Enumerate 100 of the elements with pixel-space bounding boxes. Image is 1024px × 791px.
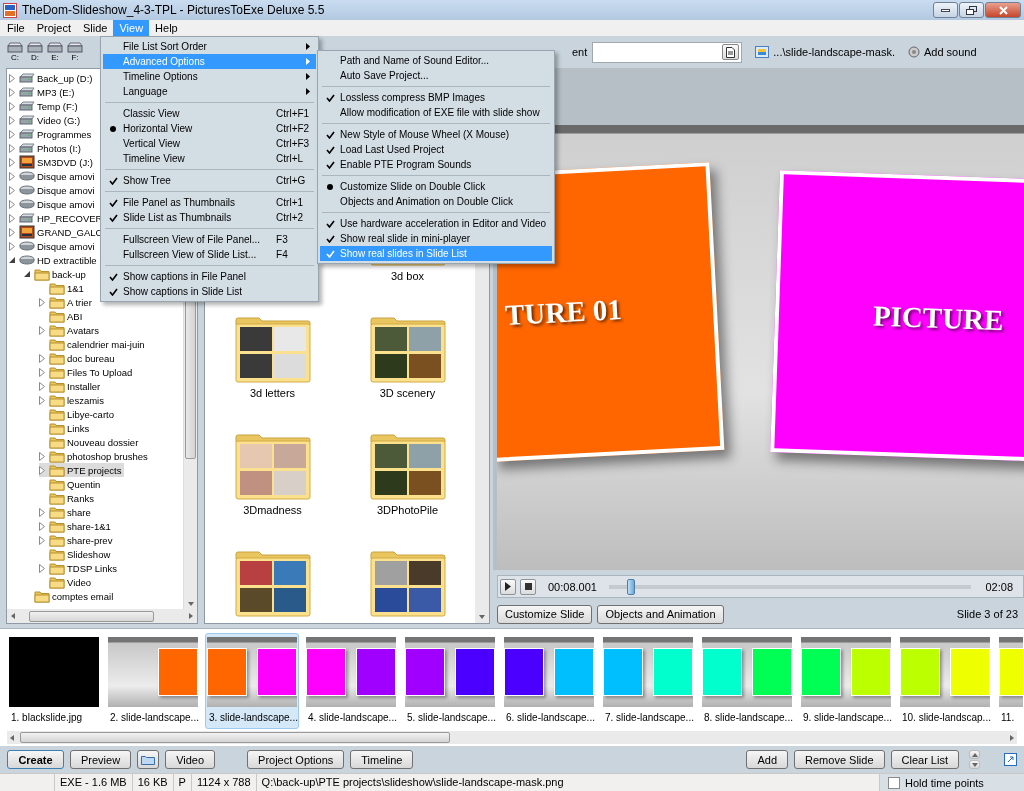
window-icon[interactable] xyxy=(1004,753,1017,766)
tree-item[interactable]: HD extractible xyxy=(9,253,100,267)
slide-button[interactable]: Customize Slide xyxy=(497,604,593,624)
comment-field[interactable] xyxy=(592,41,743,63)
move-down-button[interactable] xyxy=(969,760,980,769)
slider-thumb[interactable] xyxy=(626,578,635,595)
menu-item[interactable]: Fullscreen View of Slide List... F4 xyxy=(103,247,317,262)
menu-item[interactable]: Lossless compress BMP Images xyxy=(320,90,553,105)
tree-item[interactable]: ABI xyxy=(39,309,86,323)
slide-thumbnail[interactable]: 1. blackslide.jpg xyxy=(7,633,101,729)
menu-item[interactable]: Enable PTE Program Sounds xyxy=(320,157,553,172)
checkbox[interactable] xyxy=(888,776,900,789)
menu-item[interactable]: Project xyxy=(30,20,77,36)
folder-thumbnail[interactable] xyxy=(369,551,446,617)
menu-item[interactable]: Fullscreen View of File Panel... F3 xyxy=(103,232,317,247)
menu-item[interactable]: File List Sort Order xyxy=(103,39,317,54)
menu-item[interactable]: Timeline Options xyxy=(103,69,317,84)
menu-item[interactable]: Path and Name of Sound Editor... xyxy=(320,53,553,68)
tree-item[interactable]: GRAND_GALC xyxy=(9,225,106,239)
horizontal-scrollbar[interactable] xyxy=(7,731,1017,744)
drive-button[interactable]: C: xyxy=(6,42,24,62)
expand-arrow-icon[interactable] xyxy=(39,381,45,391)
menu-item[interactable]: Help xyxy=(149,20,184,36)
expand-arrow-icon[interactable] xyxy=(39,535,45,545)
menu-item[interactable]: File xyxy=(1,20,31,36)
action-button[interactable]: Timeline xyxy=(350,750,414,769)
expand-arrow-icon[interactable] xyxy=(9,87,15,97)
horizontal-scrollbar[interactable] xyxy=(7,609,197,623)
menu-item[interactable]: Auto Save Project... xyxy=(320,68,553,83)
menu-item[interactable]: Customize Slide on Double Click xyxy=(320,179,553,194)
slide-thumbnail[interactable]: 4. slide-landscape... xyxy=(304,633,398,729)
expand-arrow-icon[interactable] xyxy=(39,353,45,363)
tree-item[interactable]: Video xyxy=(39,575,95,589)
tree-item[interactable]: Nouveau dossier xyxy=(39,435,142,449)
tree-item[interactable]: Photos (I:) xyxy=(9,141,84,155)
tree-item[interactable]: Temp (F:) xyxy=(9,99,81,113)
slide-thumbnail[interactable]: 6. slide-landscape... xyxy=(502,633,596,729)
expand-arrow-icon[interactable] xyxy=(39,325,45,335)
folder-thumbnail[interactable] xyxy=(234,434,311,500)
menu-item[interactable]: Objects and Animation on Double Click xyxy=(320,194,553,209)
expand-arrow-icon[interactable] xyxy=(9,143,15,153)
collapse-arrow-icon[interactable] xyxy=(24,271,30,277)
menu-item[interactable]: Use hardware acceleration in Editor and Video xyxy=(320,216,553,231)
minimize-button[interactable] xyxy=(933,2,958,18)
menu-item[interactable]: Language xyxy=(103,84,317,99)
action-button[interactable]: Video xyxy=(165,750,216,769)
tree-item[interactable]: Links xyxy=(39,421,93,435)
image-file-button[interactable]: ...\slide-landscape-mask. xyxy=(755,46,895,58)
expand-arrow-icon[interactable] xyxy=(9,213,15,223)
expand-arrow-icon[interactable] xyxy=(39,451,45,461)
tree-item[interactable]: Disque amovi xyxy=(9,197,98,211)
tree-item[interactable]: Avatars xyxy=(39,323,103,337)
expand-arrow-icon[interactable] xyxy=(39,297,45,307)
folder-button[interactable] xyxy=(137,750,160,769)
expand-arrow-icon[interactable] xyxy=(9,227,15,237)
tree-item[interactable]: Disque amovi xyxy=(9,169,98,183)
expand-arrow-icon[interactable] xyxy=(9,241,15,251)
expand-arrow-icon[interactable] xyxy=(9,185,15,195)
slide-thumbnail[interactable]: 5. slide-landscape... xyxy=(403,633,497,729)
tree-item[interactable]: calendrier mai-juin xyxy=(39,337,148,351)
move-up-button[interactable] xyxy=(969,750,980,759)
expand-arrow-icon[interactable] xyxy=(9,101,15,111)
slide-thumbnail[interactable]: 3. slide-landscape... xyxy=(205,633,299,729)
expand-arrow-icon[interactable] xyxy=(9,199,15,209)
slide-thumbnail[interactable]: 7. slide-landscape... xyxy=(601,633,695,729)
close-button[interactable] xyxy=(985,2,1021,18)
action-button[interactable]: Add xyxy=(746,750,789,769)
expand-arrow-icon[interactable] xyxy=(9,171,15,181)
action-button[interactable]: Preview xyxy=(70,750,132,769)
restore-button[interactable] xyxy=(959,2,984,18)
slide-thumbnail[interactable]: 2. slide-landscape... xyxy=(106,633,200,729)
tree-item[interactable]: Installer xyxy=(39,379,104,393)
tree-item[interactable]: share-prev xyxy=(39,533,116,547)
drive-button[interactable]: D: xyxy=(26,42,44,62)
menu-item[interactable]: Show Tree Ctrl+G xyxy=(103,173,317,188)
tree-item[interactable]: share xyxy=(39,505,94,519)
tree-item[interactable]: Video (G:) xyxy=(9,113,84,127)
slide-thumbnail[interactable]: 11. xyxy=(997,633,1024,729)
slide-button[interactable]: Objects and Animation xyxy=(597,604,724,624)
tree-item[interactable]: leszamis xyxy=(39,393,107,407)
slide-thumbnail[interactable]: 8. slide-landscape... xyxy=(700,633,794,729)
play-button[interactable] xyxy=(500,578,516,595)
expand-arrow-icon[interactable] xyxy=(39,563,45,573)
tree-item[interactable]: Ranks xyxy=(39,491,97,505)
tree-item[interactable]: HP_RECOVER xyxy=(9,211,106,225)
tree-item[interactable]: A trier xyxy=(39,295,95,309)
expand-arrow-icon[interactable] xyxy=(9,129,15,139)
add-sound-button[interactable]: Add sound xyxy=(907,46,977,58)
expand-arrow-icon[interactable] xyxy=(39,395,45,405)
tree-item[interactable]: Disque amovi xyxy=(9,183,98,197)
tree-item[interactable]: Programmes xyxy=(9,127,95,141)
tree-item[interactable]: photoshop brushes xyxy=(39,449,151,463)
action-button[interactable]: Create xyxy=(7,750,64,769)
menu-item[interactable]: Allow modification of EXE file with slide show xyxy=(320,105,553,120)
folder-thumbnail[interactable] xyxy=(369,434,446,500)
tree-item[interactable]: doc bureau xyxy=(39,351,118,365)
expand-arrow-icon[interactable] xyxy=(39,521,45,531)
menu-item[interactable]: Timeline View Ctrl+L xyxy=(103,151,317,166)
folder-thumbnail[interactable] xyxy=(234,551,311,617)
tree-item[interactable]: comptes email xyxy=(24,589,117,603)
